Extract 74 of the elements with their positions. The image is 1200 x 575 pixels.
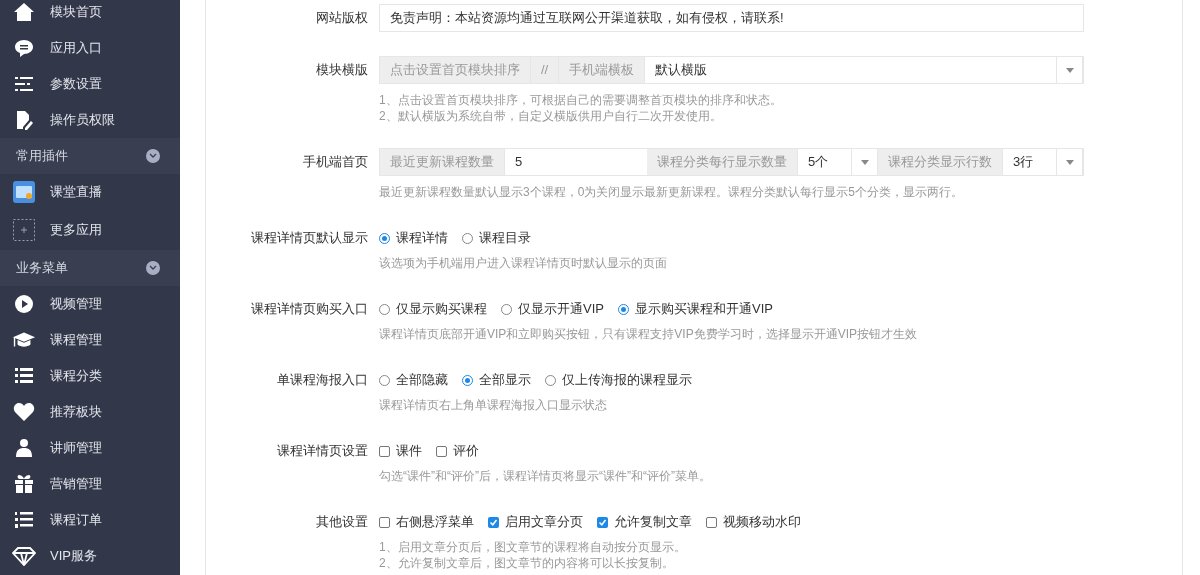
- select-value: 默认横版: [655, 61, 708, 80]
- option-label: 允许复制文章: [614, 513, 692, 532]
- option-label: 全部显示: [479, 371, 531, 390]
- sidebar-item[interactable]: 讲师管理: [0, 430, 180, 466]
- input-addon: 点击设置首页模块排序: [380, 57, 531, 83]
- sidebar-item[interactable]: 课堂直播: [0, 174, 180, 210]
- checkbox[interactable]: [706, 516, 717, 528]
- caret-icon: [1065, 67, 1074, 73]
- field-label: 课程详情页购买入口: [250, 300, 368, 319]
- option-label: 课程详情: [396, 229, 448, 248]
- input-addon: //: [531, 57, 560, 83]
- field-label: 课程详情页默认显示: [250, 229, 368, 248]
- field-label: 单课程海报入口: [276, 371, 368, 390]
- sidebar-item[interactable]: 模块首页: [0, 0, 180, 30]
- help-text: 2、默认横版为系统自带，自定义横版供用户自行二次开发使用。: [379, 108, 723, 124]
- house-icon: [13, 2, 35, 22]
- sidebar-item[interactable]: 更多应用: [0, 210, 180, 250]
- sidebar-section-header[interactable]: 业务菜单: [0, 250, 180, 286]
- sidebar-item[interactable]: 参数设置: [0, 66, 180, 102]
- sidebar-item[interactable]: 应用入口: [0, 30, 180, 66]
- sidebar-item[interactable]: 视频管理: [0, 286, 180, 322]
- field-label: 手机端首页: [302, 153, 368, 172]
- play-icon: [14, 294, 34, 314]
- help-text: 课程详情页右上角单课程海报入口显示状态: [379, 397, 608, 413]
- field-label: 模块横版: [315, 61, 368, 80]
- help-text: 最近更新课程数量默认显示3个课程，0为关闭显示最新更新课程。课程分类默认每行显示5个分类，显示两行。: [379, 184, 965, 200]
- option-label: 评价: [453, 442, 479, 461]
- checkbox[interactable]: [379, 445, 390, 457]
- option-label: 课件: [396, 442, 422, 461]
- option-label: 仅上传海报的课程显示: [562, 371, 692, 390]
- sidebar-section-header[interactable]: 常用插件: [0, 138, 180, 174]
- help-text: 该选项为手机端用户进入课程详情页时默认显示的页面: [379, 255, 668, 271]
- chevron-down-icon: [146, 261, 160, 275]
- checkbox[interactable]: [597, 516, 608, 528]
- sidebar-item[interactable]: 课程管理: [0, 322, 180, 358]
- input-addon: 手机端横板: [559, 57, 646, 83]
- option-label: 全部隐藏: [396, 371, 448, 390]
- numbered-list-icon: [14, 510, 34, 530]
- sidebar-item[interactable]: 营销管理: [0, 466, 180, 502]
- option-label: 右侧悬浮菜单: [396, 513, 474, 532]
- help-text: 1、点击设置首页模块排序，可根据自己的需要调整首页模块的排序和状态。: [379, 92, 783, 108]
- sidebar-item[interactable]: 课程分类: [0, 358, 180, 394]
- sidebar-item[interactable]: 课程订单: [0, 502, 180, 538]
- field-label: 网站版权: [315, 9, 368, 28]
- field-label: 其他设置: [315, 513, 368, 532]
- help-text: 勾选“课件”和“评价”后，课程详情页将显示“课件”和“评价”菜单。: [379, 468, 712, 484]
- option-label: 显示购买课程和开通VIP: [634, 300, 773, 319]
- option-label: 仅显示开通VIP: [518, 300, 604, 319]
- option-label: 视频移动水印: [723, 513, 801, 532]
- help-text: 2、允许复制文章后，图文章节的内容将可以长按复制。: [379, 555, 675, 571]
- dashed-plus-icon: [13, 219, 35, 241]
- graduation-cap-icon: [12, 331, 36, 349]
- option-label: 课程目录: [479, 229, 531, 248]
- gift-icon: [14, 474, 34, 494]
- checkbox[interactable]: [488, 516, 499, 528]
- document-pencil-icon: [14, 110, 34, 130]
- heart-icon: [13, 402, 35, 422]
- option-label: 仅显示购买课程: [396, 300, 487, 319]
- list-icon: [14, 75, 34, 93]
- list-icon: [14, 367, 34, 385]
- checkbox[interactable]: [436, 445, 447, 457]
- sidebar-item[interactable]: 推荐板块: [0, 394, 180, 430]
- field-label: 课程详情页设置: [276, 442, 368, 461]
- sidebar-item[interactable]: 操作员权限: [0, 102, 180, 138]
- help-text: 课程详情页底部开通VIP和立即购买按钮，只有课程支持VIP免费学习时，选择显示开通VIP按钮才生效: [379, 326, 919, 342]
- chevron-down-icon: [146, 149, 160, 163]
- sidebar-item[interactable]: VIP服务: [0, 538, 180, 574]
- live-tv-icon: [13, 181, 35, 203]
- option-label: 启用文章分页: [505, 513, 583, 532]
- checkbox[interactable]: [379, 516, 390, 528]
- chat-bubble-icon: [14, 38, 34, 58]
- diamond-icon: [12, 546, 36, 566]
- person-icon: [15, 438, 33, 458]
- help-text: 1、启用文章分页后，图文章节的课程将自动按分页显示。: [379, 539, 687, 555]
